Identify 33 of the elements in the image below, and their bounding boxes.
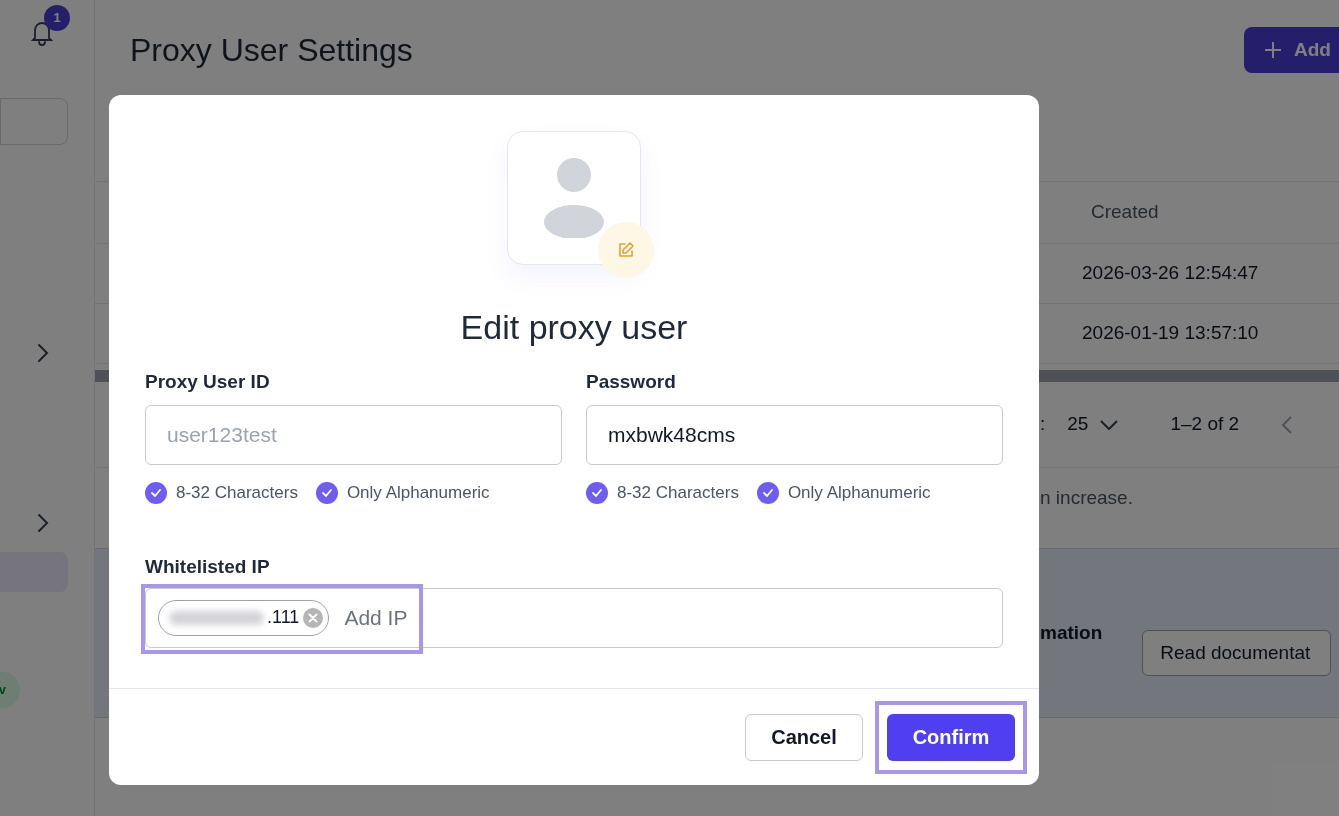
dialog-title: Edit proxy user	[459, 307, 689, 348]
person-silhouette-icon	[543, 158, 605, 238]
field-label: Whitelisted IP	[145, 554, 271, 579]
table-cell-text: 2026-01-19 13:57:10	[1082, 321, 1259, 346]
rule-text: Only Alphanumeric	[787, 482, 931, 504]
chevron-right-icon[interactable]	[37, 343, 49, 363]
plus-icon	[1264, 41, 1282, 59]
chevron-right-icon[interactable]	[37, 513, 49, 533]
page-size-select[interactable]: 25	[1067, 410, 1119, 439]
page-range: 1–2 of 2	[1170, 412, 1240, 437]
read-documentation-button[interactable]: Read documentat	[1142, 630, 1332, 676]
edit-avatar-button[interactable]	[598, 222, 654, 278]
rule-text: 8-32 Characters	[617, 482, 739, 504]
remove-icon[interactable]	[302, 606, 325, 629]
rule-text: 8-32 Characters	[176, 482, 298, 504]
chevron-down-icon	[1100, 419, 1119, 430]
table-cell-text: 2026-03-26 12:54:47	[1082, 261, 1259, 286]
rows-label: :	[1040, 412, 1046, 437]
note-text: n increase.	[1040, 486, 1133, 510]
confirm-button[interactable]: Confirm	[887, 713, 1015, 761]
notification-badge: 1	[44, 5, 70, 31]
field-label: Proxy User ID	[145, 370, 271, 394]
add-button[interactable]: Add	[1244, 27, 1339, 73]
info-text: mation	[1040, 620, 1103, 645]
ip-text: .111	[267, 606, 300, 629]
input-field[interactable]: mxbwk48cms	[586, 405, 1003, 465]
rule-text: Only Alphanumeric	[346, 482, 490, 504]
column-header: Created	[1091, 200, 1159, 225]
page-title: Proxy User Settings	[130, 31, 413, 70]
cancel-button[interactable]: Cancel	[745, 713, 863, 761]
pencil-edit-icon	[617, 241, 635, 259]
previous-page-icon[interactable]	[1281, 414, 1294, 435]
field-label: Password	[586, 370, 677, 394]
